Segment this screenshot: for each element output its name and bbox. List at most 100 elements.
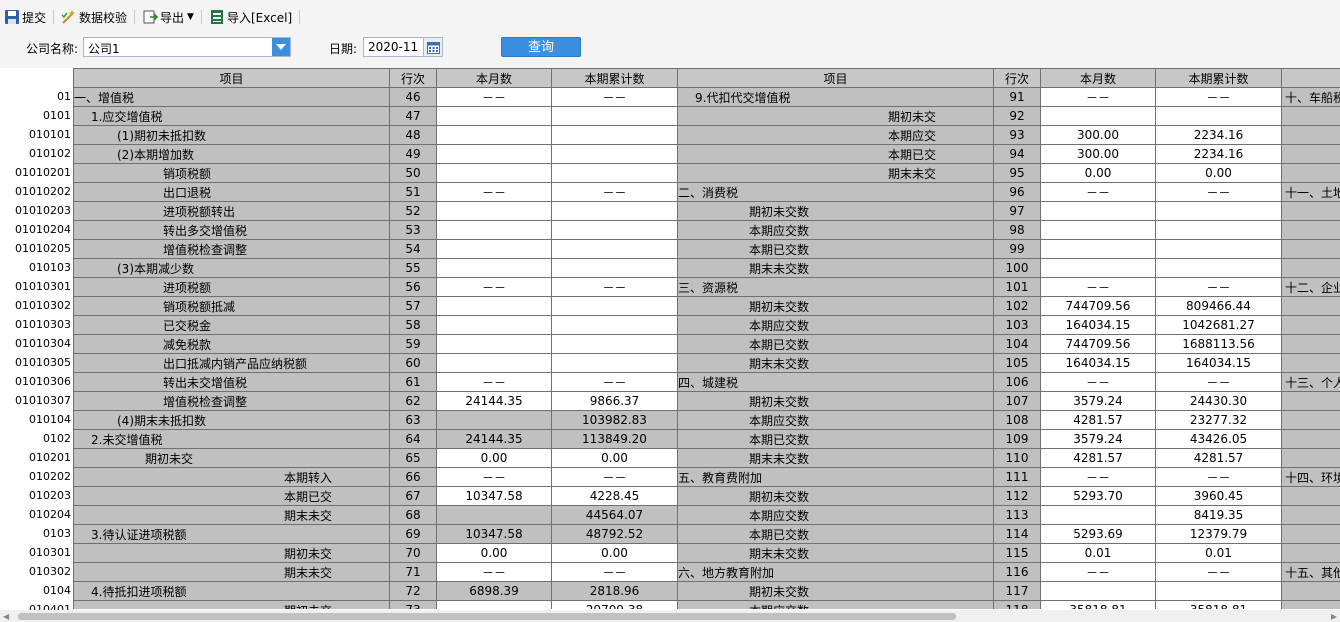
cell-cumulative-right[interactable] <box>1155 581 1282 601</box>
cell-month-right[interactable]: 300.00 <box>1040 125 1156 145</box>
cell-cumulative-right[interactable]: 2234.16 <box>1155 125 1282 145</box>
cell-cumulative-left[interactable]: 0.00 <box>551 448 678 468</box>
cell-month-left[interactable] <box>436 258 552 278</box>
cell-month-right[interactable]: 5293.69 <box>1040 524 1156 544</box>
cell-month-left[interactable]: －－ <box>436 87 552 107</box>
cell-month-left[interactable]: －－ <box>436 182 552 202</box>
cell-cumulative-left[interactable]: 9866.37 <box>551 391 678 411</box>
cell-cumulative-right[interactable] <box>1155 258 1282 278</box>
cell-month-right[interactable]: 4281.57 <box>1040 410 1156 430</box>
cell-cumulative-right[interactable]: －－ <box>1155 87 1282 107</box>
dropdown-arrow-icon[interactable] <box>272 38 290 56</box>
cell-month-right[interactable]: －－ <box>1040 467 1156 487</box>
import-excel-button[interactable]: 导入[Excel] <box>205 5 296 29</box>
cell-cumulative-left[interactable] <box>551 353 678 373</box>
cell-cumulative-right[interactable]: 23277.32 <box>1155 410 1282 430</box>
cell-cumulative-right[interactable] <box>1155 201 1282 221</box>
cell-cumulative-left[interactable]: －－ <box>551 277 678 297</box>
cell-cumulative-right[interactable]: 8419.35 <box>1155 505 1282 525</box>
cell-cumulative-left[interactable] <box>551 334 678 354</box>
cell-cumulative-right[interactable]: 12379.79 <box>1155 524 1282 544</box>
cell-month-right[interactable] <box>1040 258 1156 278</box>
cell-cumulative-right[interactable]: －－ <box>1155 562 1282 582</box>
export-button[interactable]: 导出 ▼ <box>138 5 198 29</box>
cell-month-left[interactable] <box>436 201 552 221</box>
cell-cumulative-right[interactable]: 43426.05 <box>1155 429 1282 449</box>
cell-cumulative-right[interactable] <box>1155 239 1282 259</box>
cell-cumulative-left[interactable]: 0.00 <box>551 543 678 563</box>
cell-cumulative-left[interactable]: 29709.38 <box>551 600 678 609</box>
cell-month-right[interactable]: 0.00 <box>1040 163 1156 183</box>
cell-month-right[interactable]: 5293.70 <box>1040 486 1156 506</box>
cell-month-right[interactable]: －－ <box>1040 562 1156 582</box>
cell-month-right[interactable] <box>1040 239 1156 259</box>
cell-cumulative-right[interactable]: －－ <box>1155 467 1282 487</box>
validate-button[interactable]: 数据校验 <box>57 5 131 29</box>
cell-cumulative-left[interactable] <box>551 144 678 164</box>
cell-month-right[interactable]: 744709.56 <box>1040 334 1156 354</box>
cell-month-left[interactable]: 0.00 <box>436 543 552 563</box>
cell-cumulative-right[interactable]: 0.00 <box>1155 163 1282 183</box>
cell-cumulative-left[interactable] <box>551 220 678 240</box>
cell-cumulative-left[interactable] <box>551 296 678 316</box>
cell-month-right[interactable] <box>1040 201 1156 221</box>
cell-month-left[interactable]: －－ <box>436 277 552 297</box>
cell-cumulative-right[interactable]: 1042681.27 <box>1155 315 1282 335</box>
horizontal-scrollbar[interactable]: ◀ ▶ <box>0 610 1340 622</box>
cell-cumulative-left[interactable] <box>551 315 678 335</box>
cell-cumulative-left[interactable]: －－ <box>551 182 678 202</box>
cell-cumulative-left[interactable] <box>551 125 678 145</box>
scrollbar-thumb[interactable] <box>18 613 956 620</box>
cell-cumulative-left[interactable] <box>551 106 678 126</box>
cell-month-left[interactable]: 24144.35 <box>436 391 552 411</box>
cell-month-left[interactable]: －－ <box>436 562 552 582</box>
cell-month-right[interactable]: 4281.57 <box>1040 448 1156 468</box>
cell-cumulative-left[interactable] <box>551 163 678 183</box>
cell-cumulative-left[interactable] <box>551 258 678 278</box>
scroll-right-icon[interactable]: ▶ <box>1331 612 1337 621</box>
cell-month-left[interactable] <box>436 239 552 259</box>
cell-month-left[interactable] <box>436 144 552 164</box>
cell-month-right[interactable]: 3579.24 <box>1040 391 1156 411</box>
cell-month-right[interactable]: 0.01 <box>1040 543 1156 563</box>
cell-month-right[interactable]: 744709.56 <box>1040 296 1156 316</box>
scroll-left-icon[interactable]: ◀ <box>3 612 9 621</box>
cell-month-right[interactable]: －－ <box>1040 182 1156 202</box>
cell-month-left[interactable] <box>436 334 552 354</box>
cell-month-right[interactable] <box>1040 220 1156 240</box>
cell-cumulative-left[interactable]: －－ <box>551 87 678 107</box>
cell-cumulative-right[interactable]: 35818.81 <box>1155 600 1282 609</box>
cell-cumulative-right[interactable]: 3960.45 <box>1155 486 1282 506</box>
cell-month-right[interactable]: －－ <box>1040 372 1156 392</box>
calendar-icon[interactable] <box>423 38 442 56</box>
cell-month-left[interactable]: －－ <box>436 372 552 392</box>
cell-cumulative-right[interactable]: －－ <box>1155 277 1282 297</box>
cell-month-left[interactable] <box>436 125 552 145</box>
cell-month-left[interactable]: －－ <box>436 467 552 487</box>
cell-month-left[interactable]: 10347.58 <box>436 486 552 506</box>
cell-month-right[interactable]: －－ <box>1040 87 1156 107</box>
date-field[interactable]: 2020-11 <box>363 37 443 57</box>
cell-cumulative-left[interactable]: 4228.45 <box>551 486 678 506</box>
cell-month-left[interactable] <box>436 600 552 609</box>
cell-cumulative-right[interactable]: 2234.16 <box>1155 144 1282 164</box>
cell-cumulative-right[interactable]: －－ <box>1155 372 1282 392</box>
cell-month-right[interactable]: 164034.15 <box>1040 315 1156 335</box>
cell-cumulative-right[interactable]: 4281.57 <box>1155 448 1282 468</box>
cell-month-right[interactable]: 164034.15 <box>1040 353 1156 373</box>
cell-month-right[interactable] <box>1040 106 1156 126</box>
cell-cumulative-right[interactable]: －－ <box>1155 182 1282 202</box>
cell-month-left[interactable] <box>436 296 552 316</box>
query-button[interactable]: 查询 <box>501 37 581 57</box>
cell-month-left[interactable]: 0.00 <box>436 448 552 468</box>
cell-month-right[interactable]: －－ <box>1040 277 1156 297</box>
cell-cumulative-right[interactable] <box>1155 220 1282 240</box>
cell-cumulative-right[interactable]: 0.01 <box>1155 543 1282 563</box>
cell-month-right[interactable]: 300.00 <box>1040 144 1156 164</box>
cell-cumulative-left[interactable] <box>551 201 678 221</box>
cell-cumulative-left[interactable] <box>551 239 678 259</box>
cell-month-right[interactable]: 35818.81 <box>1040 600 1156 609</box>
company-select[interactable]: 公司1 <box>83 37 291 57</box>
cell-month-right[interactable] <box>1040 505 1156 525</box>
cell-cumulative-right[interactable]: 164034.15 <box>1155 353 1282 373</box>
